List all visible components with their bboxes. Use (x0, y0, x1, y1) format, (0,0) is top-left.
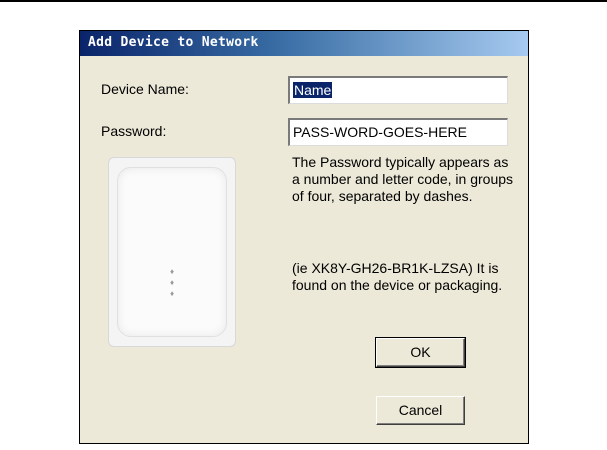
password-value: PASS-WORD-GOES-HERE (293, 124, 467, 140)
password-input[interactable]: PASS-WORD-GOES-HERE (288, 118, 508, 146)
device-name-input[interactable]: Name (288, 76, 508, 104)
ok-button[interactable]: OK (375, 337, 466, 368)
ethernet-led-icon: ♦ (170, 289, 175, 298)
cancel-button[interactable]: Cancel (376, 396, 465, 425)
password-help-text: The Password typically appears as a numb… (292, 154, 514, 204)
device-name-value: Name (293, 82, 333, 98)
top-border-line (0, 0, 607, 2)
add-device-dialog: Add Device to Network Device Name: Name … (79, 30, 529, 444)
title-bar[interactable]: Add Device to Network (80, 31, 528, 56)
password-label: Password: (101, 123, 167, 139)
power-led-icon: ♦ (170, 267, 175, 276)
powerline-adapter-icon: ♦ ♦ ♦ (108, 157, 236, 347)
device-name-label: Device Name: (101, 81, 189, 97)
password-example-text: (ie XK8Y-GH26-BR1K-LZSA) It is found on … (292, 260, 503, 293)
dialog-title: Add Device to Network (88, 35, 259, 50)
adapter-face: ♦ ♦ ♦ (117, 167, 227, 337)
network-led-icon: ♦ (170, 278, 175, 287)
